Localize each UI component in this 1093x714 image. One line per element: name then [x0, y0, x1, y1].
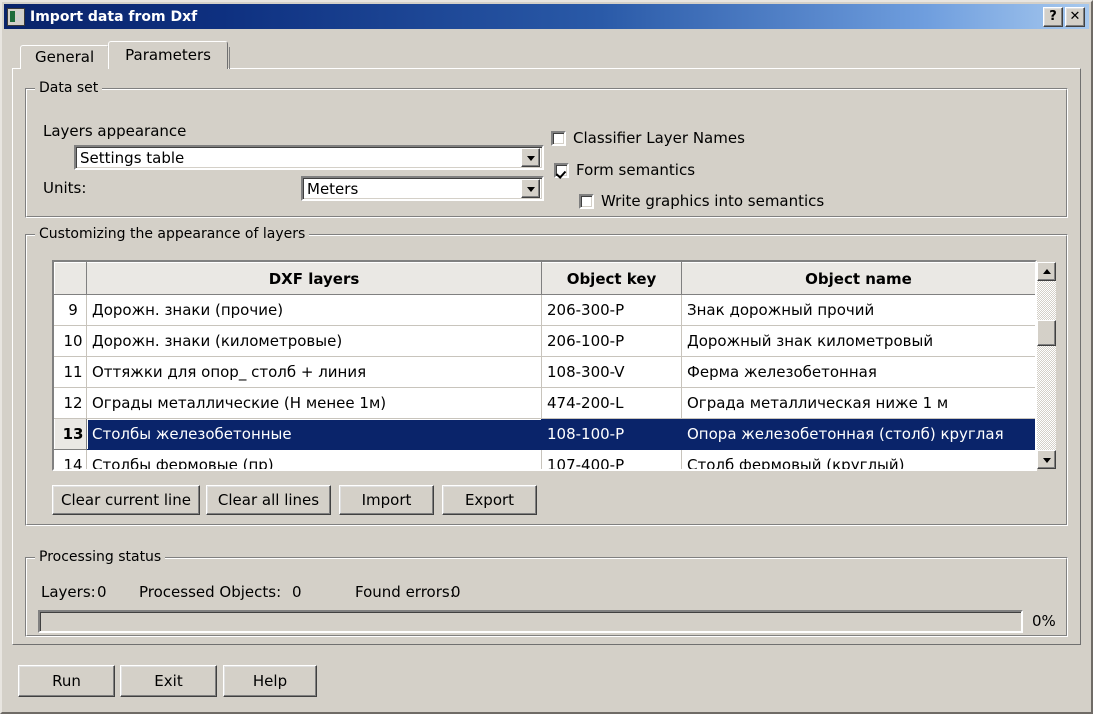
document-import-icon — [7, 8, 25, 26]
tab-strip-divider — [229, 47, 230, 69]
table-header-object-key[interactable]: Object key — [542, 263, 682, 295]
customizing-layers-group-title: Customizing the appearance of layers — [35, 226, 309, 242]
cell-object-name[interactable]: Столб фермовый (круглый) — [682, 450, 1036, 472]
layers-table-grid: DXF layers Object key Object name 9 Доро… — [54, 262, 1036, 471]
table-header-dxf-layers[interactable]: DXF layers — [87, 263, 542, 295]
layers-count-label: Layers: — [41, 583, 96, 601]
row-number[interactable]: 12 — [55, 388, 87, 419]
checkbox-form-semantics[interactable]: Form semantics — [554, 161, 695, 179]
checkbox-label: Write graphics into semantics — [601, 192, 824, 210]
cell-object-name[interactable]: Ферма железобетонная — [682, 357, 1036, 388]
title-bar: Import data from Dxf ? ✕ — [4, 4, 1089, 29]
data-set-group: Data set Layers appearance Settings tabl… — [25, 88, 1068, 218]
found-errors-value: 0 — [451, 583, 461, 601]
cell-object-key[interactable]: 108-100-P — [542, 419, 682, 450]
processing-status-group-title: Processing status — [35, 549, 165, 565]
title-bar-buttons: ? ✕ — [1043, 7, 1085, 27]
units-label: Units: — [43, 179, 86, 197]
scroll-down-icon[interactable] — [1037, 450, 1056, 469]
scroll-up-icon[interactable] — [1037, 262, 1056, 281]
table-row[interactable]: 9 Дорожн. знаки (прочие) 206-300-P Знак … — [55, 295, 1036, 326]
exit-button[interactable]: Exit — [120, 665, 217, 697]
row-number[interactable]: 14 — [55, 450, 87, 472]
dialog-window: Import data from Dxf ? ✕ General Paramet… — [0, 0, 1093, 714]
close-button[interactable]: ✕ — [1065, 7, 1085, 27]
data-set-group-title: Data set — [35, 80, 102, 96]
table-row[interactable]: 12 Ограды металлические (Н менее 1м) 474… — [55, 388, 1036, 419]
cell-dxf-layer[interactable]: Столбы железобетонные — [87, 419, 542, 450]
cell-dxf-layer[interactable]: Дорожн. знаки (километровые) — [87, 326, 542, 357]
customizing-layers-group: Customizing the appearance of layers DXF… — [25, 234, 1068, 526]
window-title: Import data from Dxf — [30, 9, 197, 25]
table-row[interactable]: 10 Дорожн. знаки (километровые) 206-100-… — [55, 326, 1036, 357]
cell-object-name[interactable]: Опора железобетонная (столб) круглая — [682, 419, 1036, 450]
checkbox-write-graphics-into-semantics[interactable]: Write graphics into semantics — [579, 192, 824, 210]
found-errors-label: Found errors: — [355, 583, 455, 601]
help-footer-button[interactable]: Help — [223, 665, 317, 697]
table-row[interactable]: 14 Столбы фермовые (пр) 107-400-P Столб … — [55, 450, 1036, 472]
cell-object-key[interactable]: 206-100-P — [542, 326, 682, 357]
table-row-selected[interactable]: 13 Столбы железобетонные 108-100-P Опора… — [55, 419, 1036, 450]
cell-dxf-layer[interactable]: Дорожн. знаки (прочие) — [87, 295, 542, 326]
units-value: Meters — [303, 180, 521, 198]
table-header-row: DXF layers Object key Object name — [55, 263, 1036, 295]
layers-appearance-label: Layers appearance — [43, 122, 186, 140]
layers-table-body: 9 Дорожн. знаки (прочие) 206-300-P Знак … — [55, 295, 1036, 472]
table-header-corner[interactable] — [55, 263, 87, 295]
cell-object-key[interactable]: 474-200-L — [542, 388, 682, 419]
cell-object-key[interactable]: 107-400-P — [542, 450, 682, 472]
import-button[interactable]: Import — [339, 485, 434, 515]
row-number[interactable]: 13 — [55, 419, 87, 450]
cell-object-name[interactable]: Дорожный знак километровый — [682, 326, 1036, 357]
layers-appearance-combo[interactable]: Settings table — [74, 145, 544, 170]
export-button[interactable]: Export — [442, 485, 537, 515]
clear-all-lines-button[interactable]: Clear all lines — [206, 485, 331, 515]
processed-objects-label: Processed Objects: — [139, 583, 281, 601]
checkbox-label: Classifier Layer Names — [573, 129, 745, 147]
row-number[interactable]: 9 — [55, 295, 87, 326]
layers-table[interactable]: DXF layers Object key Object name 9 Доро… — [52, 260, 1037, 471]
checkbox-label: Form semantics — [576, 161, 695, 179]
cell-dxf-layer[interactable]: Столбы фермовые (пр) — [87, 450, 542, 472]
progress-bar — [38, 610, 1023, 633]
table-row[interactable]: 11 Оттяжки для опор_ столб + линия 108-3… — [55, 357, 1036, 388]
tab-strip: General Parameters — [20, 42, 230, 69]
cell-dxf-layer[interactable]: Оттяжки для опор_ столб + линия — [87, 357, 542, 388]
checkbox-box[interactable] — [554, 163, 569, 178]
run-button[interactable]: Run — [18, 665, 115, 697]
clear-current-line-button[interactable]: Clear current line — [52, 485, 200, 515]
checkbox-box[interactable] — [579, 194, 594, 209]
processed-objects-value: 0 — [292, 583, 302, 601]
progress-percent-label: 0% — [1032, 612, 1056, 630]
units-combo[interactable]: Meters — [301, 176, 544, 201]
tab-general[interactable]: General — [20, 45, 109, 69]
chevron-down-icon[interactable] — [521, 179, 540, 198]
checkbox-classifier-layer-names[interactable]: Classifier Layer Names — [551, 129, 745, 147]
table-vertical-scrollbar[interactable] — [1037, 262, 1056, 469]
cell-object-name[interactable]: Знак дорожный прочий — [682, 295, 1036, 326]
processing-status-group: Processing status Layers: 0 Processed Ob… — [25, 557, 1068, 637]
layers-appearance-value: Settings table — [76, 149, 521, 167]
cell-object-name[interactable]: Ограда металлическая ниже 1 м — [682, 388, 1036, 419]
tab-page-parameters: Data set Layers appearance Settings tabl… — [12, 68, 1081, 645]
row-number[interactable]: 11 — [55, 357, 87, 388]
chevron-down-icon[interactable] — [521, 148, 540, 167]
layers-count-value: 0 — [97, 583, 107, 601]
tab-parameters[interactable]: Parameters — [108, 41, 228, 69]
checkbox-box[interactable] — [551, 131, 566, 146]
cell-object-key[interactable]: 206-300-P — [542, 295, 682, 326]
row-number[interactable]: 10 — [55, 326, 87, 357]
cell-dxf-layer[interactable]: Ограды металлические (Н менее 1м) — [87, 388, 542, 419]
scrollbar-thumb[interactable] — [1037, 320, 1056, 346]
table-header-object-name[interactable]: Object name — [682, 263, 1036, 295]
cell-object-key[interactable]: 108-300-V — [542, 357, 682, 388]
help-button[interactable]: ? — [1043, 7, 1063, 27]
